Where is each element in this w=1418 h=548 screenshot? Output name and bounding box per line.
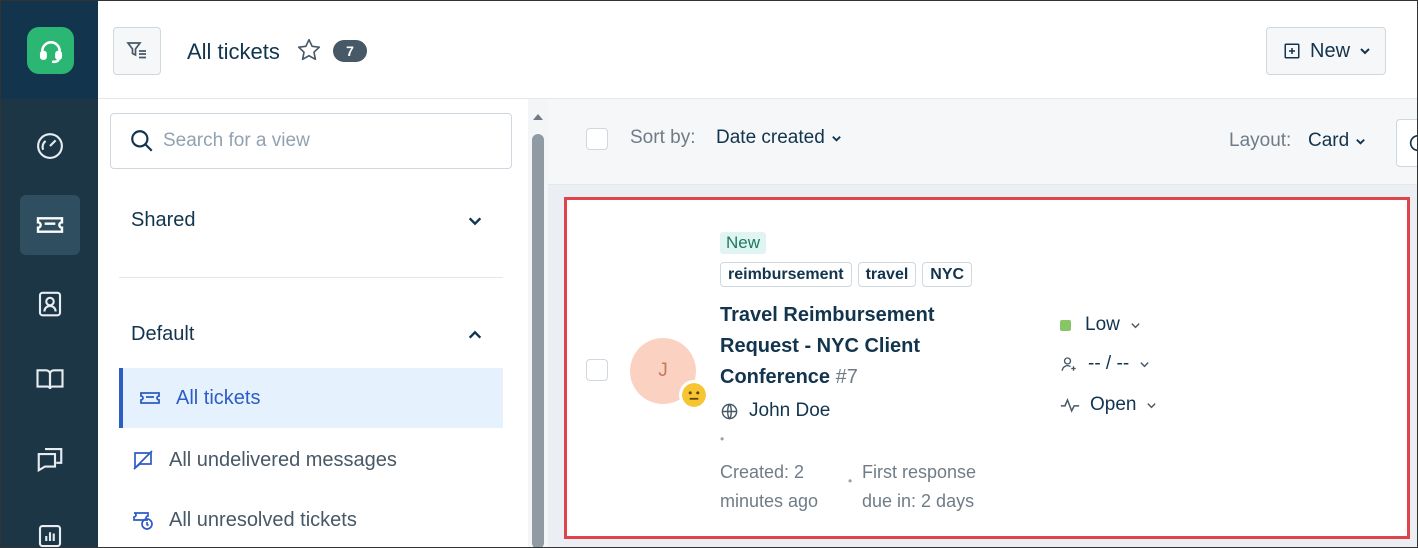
undelivered-message-icon	[133, 450, 153, 470]
contacts-icon[interactable]	[20, 274, 80, 334]
chevron-down-icon	[831, 135, 841, 142]
reports-icon[interactable]	[20, 506, 80, 547]
assignee-dropdown[interactable]: -- / --	[1060, 353, 1150, 375]
priority-dropdown[interactable]: Low	[1060, 314, 1141, 336]
refresh-icon	[1409, 135, 1417, 152]
chevron-up-icon	[468, 330, 482, 339]
views-scrollbar[interactable]	[528, 99, 548, 547]
new-button-label: New	[1310, 39, 1351, 62]
layout-dropdown[interactable]: Card	[1308, 130, 1366, 152]
view-item-label: All tickets	[176, 386, 261, 409]
priority-value: Low	[1085, 314, 1120, 335]
scroll-thumb[interactable]	[532, 134, 544, 547]
refresh-button[interactable]	[1396, 119, 1417, 167]
shared-label: Shared	[131, 209, 196, 231]
chevron-down-icon	[1356, 138, 1366, 145]
chevron-down-icon	[1360, 48, 1370, 55]
assignee-value: -- / --	[1088, 353, 1130, 374]
view-search-box[interactable]	[110, 113, 512, 169]
layout-value: Card	[1308, 130, 1350, 151]
view-item-all-tickets[interactable]: All tickets	[119, 368, 503, 428]
list-toolbar: Sort by: Date created Layout: Card	[548, 99, 1417, 185]
sort-dropdown[interactable]: Date created	[716, 127, 842, 149]
ticket-clock-icon	[133, 512, 153, 530]
view-item-undelivered[interactable]: All undelivered messages	[119, 430, 503, 490]
ticket-count-badge: 7	[333, 40, 367, 62]
ticket-subject: Travel Reimbursement Request - NYC Clien…	[720, 304, 935, 388]
status-dropdown[interactable]: Open	[1060, 394, 1157, 416]
page-title: All tickets	[187, 39, 280, 64]
ticket-number: #7	[835, 366, 858, 388]
shared-section-header[interactable]: Shared	[131, 209, 483, 232]
default-label: Default	[131, 323, 195, 345]
requester[interactable]: John Doe	[720, 400, 830, 422]
created-time: Created: 2 minutes ago	[720, 462, 819, 511]
priority-low-icon	[1060, 319, 1071, 331]
knowledge-base-icon[interactable]	[20, 349, 80, 409]
star-icon[interactable]	[296, 37, 322, 68]
plus-square-icon	[1284, 43, 1300, 59]
separator-dot: •	[848, 474, 853, 488]
new-button[interactable]: New	[1266, 27, 1386, 75]
view-item-label: All unresolved tickets	[169, 508, 357, 531]
tag-list: reimbursement travel NYC	[720, 262, 973, 287]
chevron-down-icon	[1147, 402, 1157, 408]
page-header: All tickets 7 New	[98, 1, 1417, 99]
dashboard-icon[interactable]	[20, 116, 80, 176]
tag: travel	[857, 262, 917, 287]
filter-toggle-button[interactable]	[113, 27, 161, 75]
status-badge-new: New	[720, 232, 767, 254]
ticket-icon	[140, 392, 160, 404]
view-search-input[interactable]	[163, 130, 483, 152]
layout-label: Layout:	[1229, 130, 1292, 151]
ticket-checkbox[interactable]	[586, 359, 608, 381]
ticket-subject-link[interactable]: Travel Reimbursement Request - NYC Clien…	[720, 300, 980, 393]
conversations-icon[interactable]	[20, 429, 80, 489]
sort-label: Sort by:	[630, 127, 696, 148]
icon-rail	[1, 1, 98, 547]
ticket-list-area: Sort by: Date created Layout: Card J New	[548, 99, 1417, 547]
chevron-down-icon	[1140, 361, 1149, 367]
status-value: Open	[1090, 394, 1137, 415]
ticket-card[interactable]: J New reimbursement travel NYC Travel Re…	[564, 197, 1410, 539]
views-panel: Shared Default All tickets All undeliver…	[98, 99, 528, 547]
default-section-header[interactable]: Default	[131, 323, 483, 346]
first-response-due: First response due in: 2 days	[862, 462, 977, 511]
view-item-unresolved[interactable]: All unresolved tickets	[119, 490, 503, 547]
tag: reimbursement	[720, 262, 852, 287]
select-all-checkbox[interactable]	[586, 128, 608, 150]
headset-logo-icon[interactable]	[27, 27, 74, 74]
separator-dot: •	[720, 432, 725, 446]
search-icon	[131, 130, 153, 152]
divider	[119, 277, 503, 278]
globe-icon	[721, 403, 738, 419]
view-item-label: All undelivered messages	[169, 448, 397, 471]
neutral-face-icon	[679, 380, 709, 410]
tag: NYC	[922, 262, 973, 287]
app-window: All tickets 7 New Shared Default All tic…	[0, 0, 1418, 548]
activity-pulse-icon	[1060, 398, 1080, 413]
filter-icon	[126, 42, 146, 59]
chevron-down-icon	[1131, 322, 1140, 328]
sort-value: Date created	[716, 127, 825, 148]
scroll-up-arrow-icon[interactable]	[528, 107, 548, 127]
tickets-icon[interactable]	[20, 195, 80, 255]
chevron-down-icon	[468, 216, 482, 225]
assign-agent-icon	[1061, 357, 1076, 371]
requester-name: John Doe	[749, 400, 831, 421]
